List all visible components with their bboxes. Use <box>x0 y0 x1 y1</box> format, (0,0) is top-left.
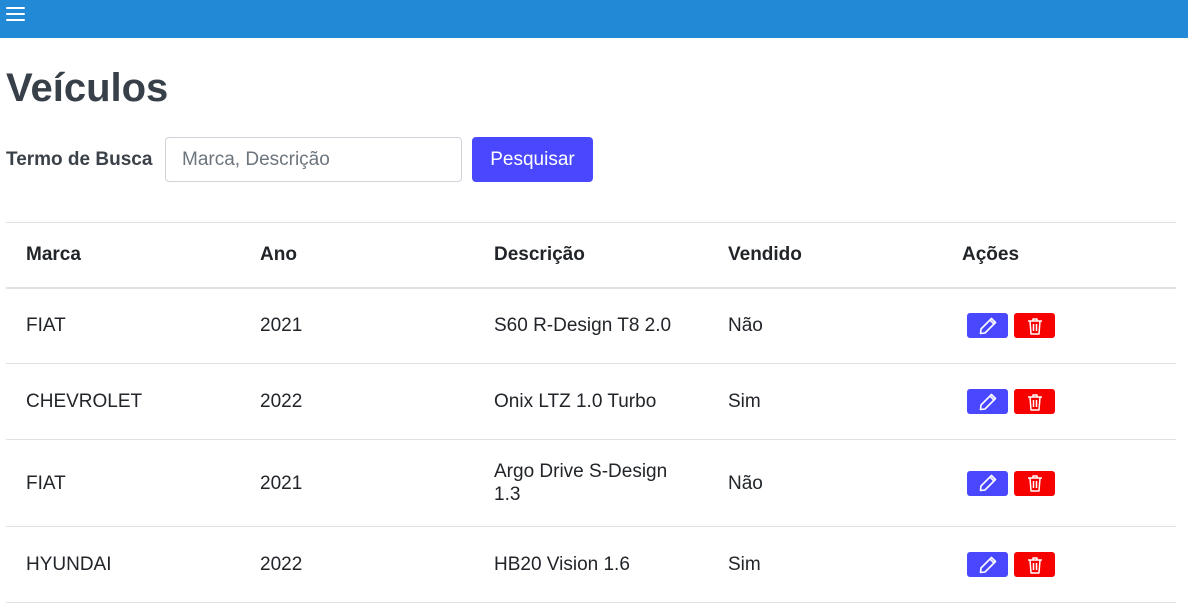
delete-button[interactable] <box>1014 552 1055 577</box>
vehicles-table: Marca Ano Descrição Vendido Ações FIAT 2… <box>6 222 1176 603</box>
column-header-marca: Marca <box>6 222 240 289</box>
cell-vendido: Não <box>708 439 942 527</box>
cell-marca: FIAT <box>6 287 240 364</box>
cell-acoes <box>942 439 1176 527</box>
page-title: Veículos <box>6 66 169 110</box>
edit-button[interactable] <box>967 389 1008 414</box>
cell-descricao: HB20 Vision 1.6 <box>474 526 708 603</box>
cell-ano: 2022 <box>240 526 474 603</box>
cell-marca: CHEVROLET <box>6 363 240 440</box>
table-row: CHEVROLET 2022 Onix LTZ 1.0 Turbo Sim <box>6 363 1176 440</box>
cell-descricao: Onix LTZ 1.0 Turbo <box>474 363 708 440</box>
cell-ano: 2021 <box>240 439 474 527</box>
pencil-icon <box>979 393 996 410</box>
cell-acoes <box>942 526 1176 603</box>
edit-button[interactable] <box>967 313 1008 339</box>
column-header-vendido: Vendido <box>708 222 942 289</box>
search-button[interactable]: Pesquisar <box>472 137 593 182</box>
column-header-ano: Ano <box>240 222 474 289</box>
delete-button[interactable] <box>1014 313 1055 339</box>
cell-marca: FIAT <box>6 439 240 527</box>
pencil-icon <box>979 556 996 573</box>
top-navbar <box>0 0 1188 38</box>
table-header-row: Marca Ano Descrição Vendido Ações <box>6 222 1176 289</box>
delete-button[interactable] <box>1014 389 1055 414</box>
cell-vendido: Sim <box>708 526 942 603</box>
search-label: Termo de Busca <box>6 149 153 170</box>
cell-descricao: S60 R-Design T8 2.0 <box>474 287 708 364</box>
cell-vendido: Sim <box>708 363 942 440</box>
table-row: FIAT 2021 Argo Drive S-Design 1.3 Não <box>6 439 1176 527</box>
trash-icon <box>1027 556 1042 574</box>
trash-icon <box>1027 393 1042 411</box>
cell-acoes <box>942 363 1176 440</box>
cell-descricao: Argo Drive S-Design 1.3 <box>474 439 708 527</box>
pencil-icon <box>979 317 996 335</box>
cell-marca: HYUNDAI <box>6 526 240 603</box>
search-input[interactable] <box>165 137 462 182</box>
table-row: HYUNDAI 2022 HB20 Vision 1.6 Sim <box>6 526 1176 603</box>
cell-ano: 2022 <box>240 363 474 440</box>
cell-ano: 2021 <box>240 287 474 364</box>
column-header-acoes: Ações <box>942 222 1176 289</box>
trash-icon <box>1027 475 1042 492</box>
cell-acoes <box>942 287 1176 364</box>
column-header-descricao: Descrição <box>474 222 708 289</box>
pencil-icon <box>979 474 996 492</box>
table-row: FIAT 2021 S60 R-Design T8 2.0 Não <box>6 287 1176 364</box>
cell-vendido: Não <box>708 287 942 364</box>
delete-button[interactable] <box>1014 470 1055 496</box>
edit-button[interactable] <box>967 552 1008 577</box>
edit-button[interactable] <box>967 470 1008 496</box>
hamburger-menu-icon[interactable] <box>5 5 27 25</box>
trash-icon <box>1027 318 1042 335</box>
